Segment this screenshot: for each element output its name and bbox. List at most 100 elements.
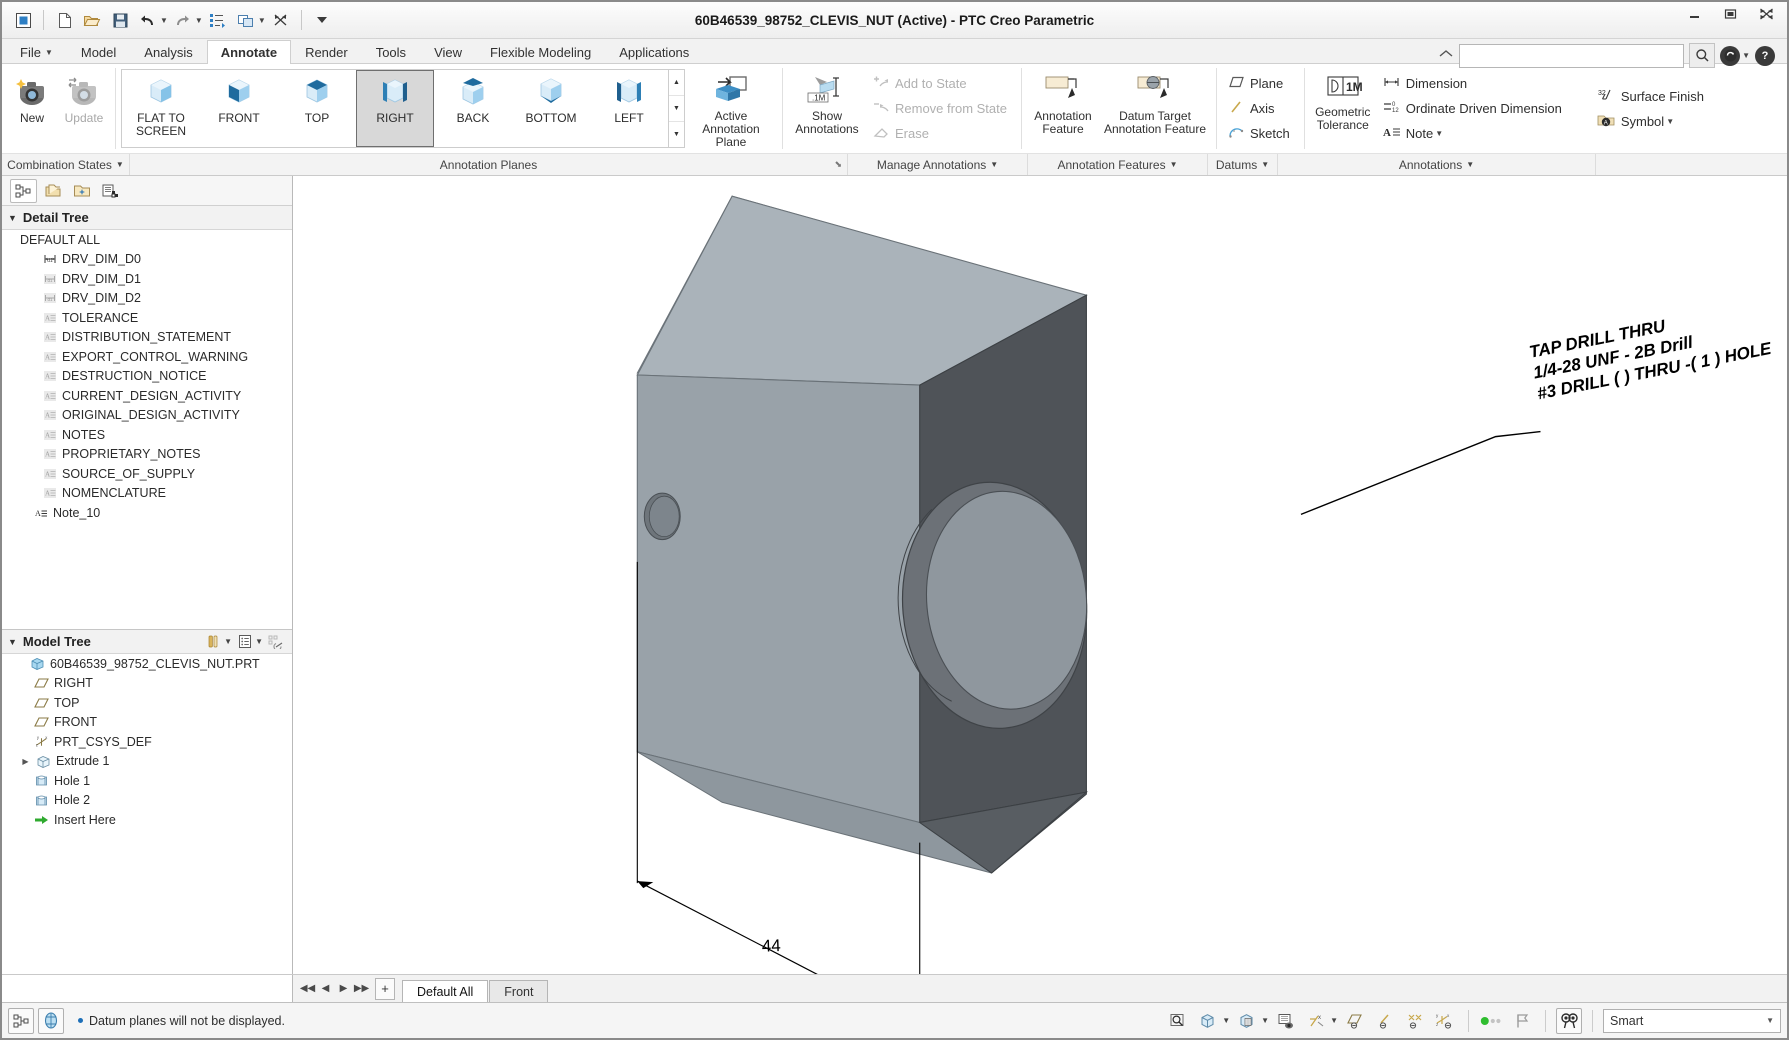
first-view-button[interactable]: ◀◀ bbox=[299, 979, 316, 999]
show-annotations-button[interactable]: .1M Show Annotations bbox=[788, 66, 866, 151]
save-icon[interactable] bbox=[107, 7, 133, 33]
model-tree-item-hole-1[interactable]: Hole 1 bbox=[2, 771, 292, 791]
plane-flat-to-screen[interactable]: FLAT TO SCREEN bbox=[122, 70, 200, 147]
tab-applications[interactable]: Applications bbox=[605, 40, 703, 64]
view-tab-default-all[interactable]: Default All bbox=[402, 980, 489, 1002]
detail-tree-item-distribution-statement[interactable]: A DISTRIBUTION_STATEMENT bbox=[2, 328, 292, 348]
caption-annotations[interactable]: Annotations ▼ bbox=[1278, 154, 1596, 175]
last-view-button[interactable]: ▶▶ bbox=[353, 979, 370, 999]
display-style-caret[interactable]: ▼ bbox=[1222, 1016, 1230, 1025]
caption-combination-states[interactable]: Combination States ▼ bbox=[2, 154, 130, 175]
gallery-more-icon[interactable]: ▼ bbox=[669, 122, 684, 147]
tab-analysis[interactable]: Analysis bbox=[130, 40, 206, 64]
datum-plane-button[interactable]: Plane bbox=[1224, 71, 1297, 96]
minimize-button[interactable] bbox=[1683, 4, 1705, 24]
model-tree-item-top[interactable]: TOP bbox=[2, 693, 292, 713]
search-tool-icon[interactable] bbox=[1556, 1007, 1582, 1034]
detail-tree-item-note-10[interactable]: A Note_10 bbox=[2, 503, 292, 523]
model-tree-tab[interactable] bbox=[10, 178, 37, 203]
plane-display-icon[interactable] bbox=[1342, 1008, 1368, 1034]
symbol-dropdown-caret[interactable]: ▼ bbox=[1666, 117, 1674, 126]
update-combination-state-button[interactable]: Update bbox=[58, 66, 110, 151]
detail-tree-item-destruction-notice[interactable]: A DESTRUCTION_NOTICE bbox=[2, 367, 292, 387]
help-center-icon[interactable] bbox=[1720, 45, 1741, 66]
plane-back[interactable]: BACK bbox=[434, 70, 512, 147]
detail-tree-item-notes[interactable]: A NOTES bbox=[2, 425, 292, 445]
detail-tree-root[interactable]: DEFAULT ALL bbox=[2, 230, 292, 250]
prev-view-button[interactable]: ◀ bbox=[317, 979, 334, 999]
model-tree-item-extrude-1[interactable]: ▶ Extrude 1 bbox=[2, 752, 292, 772]
detail-tree-item-drv-dim-d0[interactable]: d1 DRV_DIM_D0 bbox=[2, 250, 292, 270]
tab-file[interactable]: File ▼ bbox=[6, 40, 67, 64]
datum-target-annotation-feature-button[interactable]: Datum Target Annotation Feature bbox=[1099, 66, 1211, 151]
detail-tree-item-export-control-warning[interactable]: A EXPORT_CONTROL_WARNING bbox=[2, 347, 292, 367]
scene-icon[interactable] bbox=[1273, 1008, 1299, 1034]
geometric-tolerance-button[interactable]: 1M Geometric Tolerance bbox=[1310, 66, 1376, 151]
plane-bottom[interactable]: BOTTOM bbox=[512, 70, 590, 147]
symbol-button[interactable]: A Symbol ▼ bbox=[1593, 109, 1711, 134]
search-input[interactable] bbox=[1459, 43, 1685, 68]
folder-browser-tab[interactable] bbox=[39, 179, 66, 203]
datum-display-filters-icon[interactable]: x bbox=[1303, 1008, 1329, 1034]
detail-tree-item-source-of-supply[interactable]: A SOURCE_OF_SUPPLY bbox=[2, 464, 292, 484]
layer-tree-tab[interactable] bbox=[97, 179, 124, 203]
model-tree-item-part[interactable]: 60B46539_98752_CLEVIS_NUT.PRT bbox=[2, 654, 292, 674]
model-tree-toggle-icon[interactable] bbox=[8, 1007, 34, 1034]
plane-left[interactable]: LEFT bbox=[590, 70, 668, 147]
add-view-button[interactable]: + bbox=[375, 977, 395, 1000]
columns-dropdown-caret[interactable]: ▼ bbox=[255, 637, 263, 646]
model-tree-settings-icon[interactable] bbox=[204, 632, 224, 651]
scroll-down-icon[interactable]: ▼ bbox=[669, 96, 684, 122]
saved-orientations-icon[interactable] bbox=[1234, 1008, 1260, 1034]
collapse-triangle-icon[interactable]: ▼ bbox=[8, 637, 17, 647]
favorites-tab[interactable] bbox=[68, 179, 95, 203]
remove-from-state-button[interactable]: Remove from State bbox=[868, 96, 1014, 121]
plane-front[interactable]: FRONT bbox=[200, 70, 278, 147]
graphics-window[interactable]: TAP DRILL THRU 1/4-28 UNF - 2B Drill #3 … bbox=[293, 176, 1787, 974]
dimension-button[interactable]: Dimension bbox=[1378, 71, 1569, 96]
model-tree-item-insert-here[interactable]: Insert Here bbox=[2, 810, 292, 830]
saved-orientations-caret[interactable]: ▼ bbox=[1261, 1016, 1269, 1025]
caption-datums[interactable]: Datums ▼ bbox=[1208, 154, 1278, 175]
collapse-triangle-icon[interactable]: ▼ bbox=[8, 213, 17, 223]
tab-model[interactable]: Model bbox=[67, 40, 130, 64]
note-dropdown-caret[interactable]: ▼ bbox=[1435, 129, 1443, 138]
view-tab-front[interactable]: Front bbox=[489, 980, 549, 1002]
annotation-planes-scroll[interactable]: ▲ ▼ ▼ bbox=[668, 70, 684, 147]
close-button[interactable] bbox=[1755, 4, 1777, 24]
new-window-icon[interactable] bbox=[10, 7, 36, 33]
model-tree-item-hole-2[interactable]: Hole 2 bbox=[2, 791, 292, 811]
tab-flexible-modeling[interactable]: Flexible Modeling bbox=[476, 40, 605, 64]
point-display-icon[interactable] bbox=[1402, 1008, 1428, 1034]
search-button[interactable] bbox=[1689, 43, 1716, 68]
model-viewport[interactable]: TAP DRILL THRU 1/4-28 UNF - 2B Drill #3 … bbox=[293, 176, 1787, 974]
restore-button[interactable] bbox=[1719, 4, 1741, 24]
caption-annotation-features[interactable]: Annotation Features ▼ bbox=[1028, 154, 1208, 175]
new-combination-state-button[interactable]: New bbox=[6, 66, 58, 151]
tab-view[interactable]: View bbox=[420, 40, 476, 64]
redo-dropdown-caret[interactable]: ▼ bbox=[195, 16, 203, 25]
expand-extrude-icon[interactable]: ▶ bbox=[20, 757, 31, 766]
regenerate-icon[interactable] bbox=[205, 7, 231, 33]
dialog-launcher-icon[interactable]: ⬊ bbox=[834, 159, 842, 170]
model-tree-filter-icon[interactable] bbox=[266, 632, 286, 651]
detail-tree-item-proprietary-notes[interactable]: A PROPRIETARY_NOTES bbox=[2, 445, 292, 465]
display-style-icon[interactable] bbox=[1195, 1008, 1221, 1034]
detail-tree-item-drv-dim-d2[interactable]: d1 DRV_DIM_D2 bbox=[2, 289, 292, 309]
settings-dropdown-caret[interactable]: ▼ bbox=[224, 637, 232, 646]
tab-annotate[interactable]: Annotate bbox=[206, 40, 292, 64]
next-view-button[interactable]: ▶ bbox=[335, 979, 352, 999]
detail-tree-item-original-design-activity[interactable]: A ORIGINAL_DESIGN_ACTIVITY bbox=[2, 406, 292, 426]
active-annotation-plane-button[interactable]: Active Annotation Plane bbox=[685, 66, 777, 151]
window-switch-icon[interactable] bbox=[233, 7, 259, 33]
model-tree-item-prt-csys-def[interactable]: yz x PRT_CSYS_DEF bbox=[2, 732, 292, 752]
note-button[interactable]: A Note ▼ bbox=[1378, 121, 1569, 146]
scroll-up-icon[interactable]: ▲ bbox=[669, 70, 684, 96]
undo-dropdown-caret[interactable]: ▼ bbox=[160, 16, 168, 25]
zoom-in-icon[interactable] bbox=[1165, 1008, 1191, 1034]
model-tree-item-right[interactable]: RIGHT bbox=[2, 674, 292, 694]
undo-icon[interactable] bbox=[135, 7, 161, 33]
help-dropdown-caret[interactable]: ▼ bbox=[1742, 51, 1750, 60]
detail-tree-item-drv-dim-d1[interactable]: d1 DRV_DIM_D1 bbox=[2, 269, 292, 289]
annotation-display-icon[interactable] bbox=[1479, 1008, 1505, 1034]
